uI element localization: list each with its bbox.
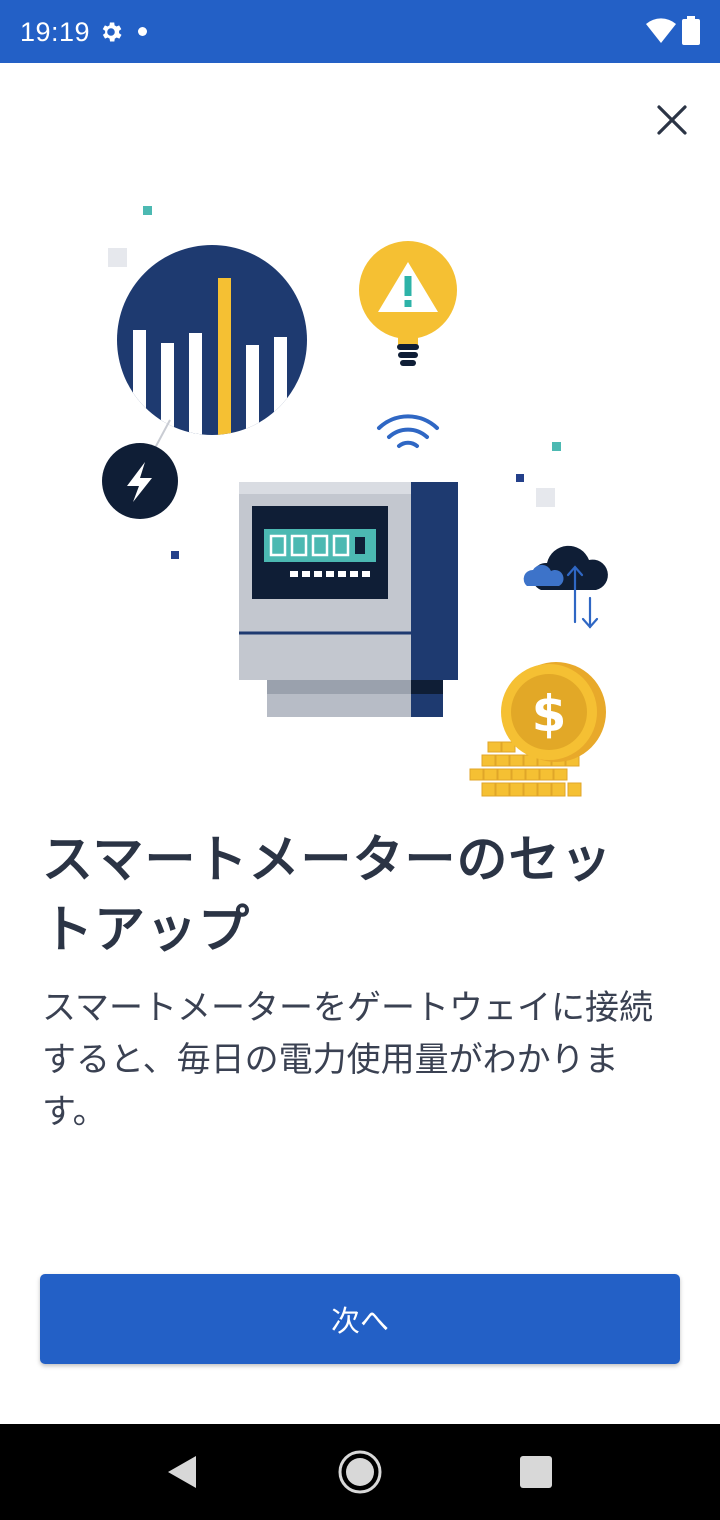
signal-icon: [377, 414, 439, 448]
notification-dot: [138, 27, 147, 36]
description-text: スマートメーターをゲートウェイに接続すると、毎日の電力使用量がわかります。: [42, 988, 653, 1132]
coins-icon: $: [469, 662, 606, 797]
coin-symbol: $: [532, 685, 567, 743]
warning-lightbulb-icon: [359, 241, 457, 366]
back-icon[interactable]: [166, 1454, 198, 1490]
lightning-icon: [102, 443, 178, 519]
status-bar: 19:19: [0, 0, 720, 63]
decor-square: [143, 206, 152, 215]
decor-square: [552, 442, 561, 451]
decor-square: [171, 551, 179, 559]
page-title: スマートメーターのセットアップ: [42, 831, 613, 960]
decor-square: [108, 248, 127, 267]
wifi-icon: [646, 18, 676, 43]
gear-icon: [102, 22, 122, 42]
navigation-bar: [0, 1424, 720, 1520]
status-time: 19:19: [20, 17, 91, 47]
recents-icon[interactable]: [520, 1456, 552, 1488]
smart-meter-icon: [239, 482, 458, 717]
decor-square: [516, 474, 524, 482]
next-button-label: 次へ: [330, 1304, 389, 1338]
home-icon[interactable]: [337, 1449, 383, 1495]
next-button[interactable]: 次へ: [40, 1274, 680, 1364]
cloud-sync-icon: [523, 545, 608, 629]
usage-chart-icon: [117, 245, 307, 449]
close-icon[interactable]: [648, 96, 696, 144]
decor-square: [536, 488, 555, 507]
smart-meter-illustration: $: [102, 206, 608, 797]
battery-icon: [682, 16, 700, 45]
